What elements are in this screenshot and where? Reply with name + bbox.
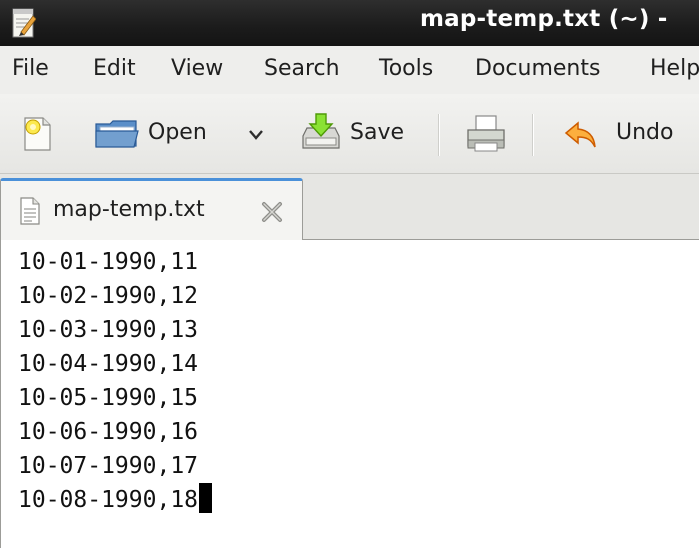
text-file-icon [20,197,40,225]
window-title: map-temp.txt (~) - [420,6,668,32]
document-tabs: map-temp.txt [0,174,699,241]
toolbar-separator [438,114,440,156]
text-editor-area[interactable]: 10-01-1990,11 10-02-1990,12 10-03-1990,1… [0,240,699,548]
toolbar-separator [532,114,534,156]
menu-view[interactable]: View [171,56,223,81]
menu-help[interactable]: Help [650,56,699,81]
tab-map-temp[interactable]: map-temp.txt [0,178,303,241]
save-button[interactable]: Save [296,94,422,173]
chevron-down-icon[interactable] [248,129,264,141]
text-line[interactable]: 10-05-1990,15 [18,381,198,415]
folder-open-icon [95,120,139,148]
menu-search[interactable]: Search [264,56,340,81]
text-editor-icon [12,8,36,38]
text-line[interactable]: 10-06-1990,16 [18,415,198,449]
menu-tools[interactable]: Tools [379,56,433,81]
open-label: Open [148,120,207,145]
text-line[interactable]: 10-01-1990,11 [18,245,198,279]
undo-icon [564,121,596,148]
new-document-icon [24,117,51,151]
title-bar[interactable]: map-temp.txt (~) - [0,0,699,46]
toolbar: Open Save Undo [0,94,699,174]
text-line[interactable]: 10-03-1990,13 [18,313,198,347]
undo-label: Undo [616,120,674,145]
menu-edit[interactable]: Edit [93,56,136,81]
undo-button[interactable]: Undo [552,94,699,173]
text-line[interactable]: 10-04-1990,14 [18,347,198,381]
text-line[interactable]: 10-02-1990,12 [18,279,198,313]
text-line[interactable]: 10-08-1990,18 [18,483,213,517]
menu-documents[interactable]: Documents [475,56,600,81]
tab-label: map-temp.txt [53,197,205,222]
save-label: Save [350,120,405,145]
text-cursor [199,483,213,513]
open-button[interactable]: Open [90,94,276,173]
save-icon [302,113,340,149]
print-button[interactable] [456,94,516,173]
printer-icon [467,115,505,152]
text-line[interactable]: 10-07-1990,17 [18,449,198,483]
menu-bar: File Edit View Search Tools Documents He… [0,46,699,94]
new-button[interactable] [14,94,60,173]
close-icon[interactable] [259,199,285,225]
menu-file[interactable]: File [12,56,49,81]
